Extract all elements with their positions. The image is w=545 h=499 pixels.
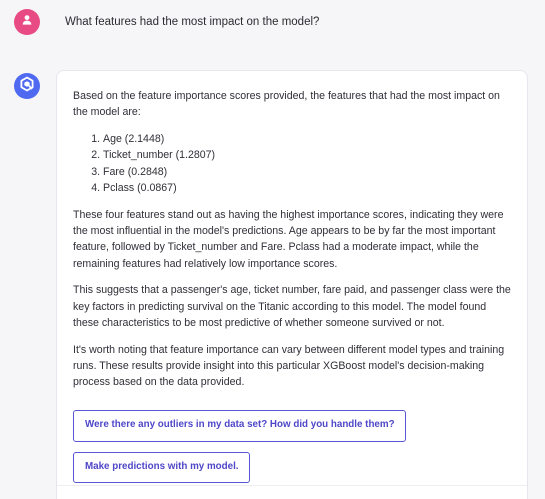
- suggestion-button-outliers[interactable]: Were there any outliers in my data set? …: [73, 410, 406, 442]
- user-message-row: What features had the most impact on the…: [14, 9, 319, 35]
- answer-paragraph: It's worth noting that feature importanc…: [73, 343, 505, 389]
- answer-paragraph: This suggests that a passenger's age, ti…: [73, 284, 511, 330]
- card-divider: [57, 485, 527, 486]
- feature-item: Fare (0.2848): [103, 164, 512, 180]
- assistant-logo-icon: [19, 76, 35, 97]
- feature-item: Pclass (0.0867): [103, 180, 512, 196]
- answer-paragraph: These four features stand out as having …: [73, 208, 504, 270]
- user-icon: [20, 13, 34, 32]
- user-message-text: What features had the most impact on the…: [65, 16, 320, 28]
- suggestion-list: Were there any outliers in my data set? …: [73, 401, 512, 483]
- assistant-avatar: [14, 73, 40, 99]
- user-avatar: [14, 9, 40, 35]
- feature-list: Age (2.1448) Ticket_number (1.2807) Fare…: [73, 131, 512, 196]
- suggestion-button-predictions[interactable]: Make predictions with my model.: [73, 451, 250, 483]
- chat-page: What features had the most impact on the…: [0, 0, 545, 499]
- feature-item: Ticket_number (1.2807): [103, 147, 512, 163]
- assistant-message-card: Based on the feature importance scores p…: [56, 70, 528, 499]
- feature-item: Age (2.1448): [103, 131, 512, 147]
- answer-intro: Based on the feature importance scores p…: [73, 90, 500, 119]
